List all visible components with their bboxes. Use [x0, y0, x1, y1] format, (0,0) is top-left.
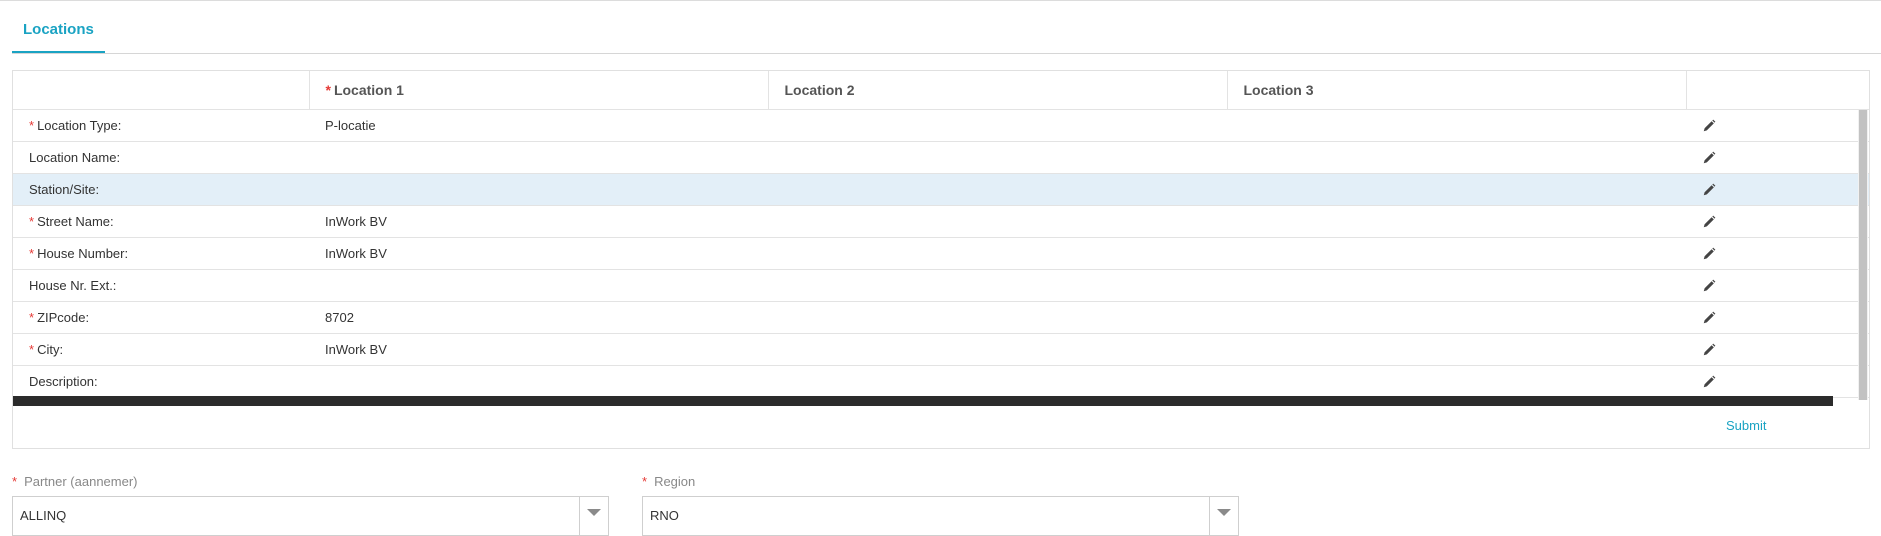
- region-select[interactable]: RNO: [642, 496, 1239, 536]
- location-3-value: [1227, 141, 1686, 174]
- location-3-value: [1227, 301, 1686, 334]
- header-location-1: * Location 1: [309, 71, 769, 110]
- vertical-scrollbar-thumb[interactable]: [1859, 110, 1867, 400]
- required-marker: *: [29, 310, 35, 325]
- row-label: Location Name:: [13, 141, 309, 174]
- required-marker: *: [29, 246, 35, 261]
- submit-button[interactable]: Submit: [1726, 418, 1766, 433]
- location-2-value: [768, 237, 1227, 270]
- pencil-edit-icon[interactable]: [1702, 311, 1716, 325]
- table-row[interactable]: Station/Site:: [13, 173, 1869, 206]
- partner-select[interactable]: ALLINQ: [12, 496, 609, 536]
- location-1-value: 8702: [309, 301, 768, 334]
- location-2-value: [768, 333, 1227, 366]
- pencil-edit-icon[interactable]: [1702, 151, 1716, 165]
- row-actions: [1686, 173, 1869, 206]
- header-location-3: Location 3: [1227, 71, 1687, 110]
- location-2-value: [768, 173, 1227, 206]
- table-row[interactable]: * City: InWork BV: [13, 333, 1869, 366]
- location-2-value: [768, 269, 1227, 302]
- table-row[interactable]: * Street Name: InWork BV: [13, 205, 1869, 238]
- location-2-value: [768, 301, 1227, 334]
- row-label: Description:: [13, 365, 309, 398]
- required-marker: *: [29, 214, 35, 229]
- location-3-value: [1227, 205, 1686, 238]
- row-actions: [1686, 333, 1869, 366]
- required-marker: *: [29, 342, 35, 357]
- location-3-value: [1227, 109, 1686, 142]
- row-label: * ZIPcode:: [13, 301, 309, 334]
- required-marker: *: [642, 474, 648, 489]
- partner-select-value: ALLINQ: [20, 508, 67, 523]
- location-1-value: InWork BV: [309, 333, 768, 366]
- pencil-edit-icon[interactable]: [1702, 247, 1716, 261]
- table-header-row: * Location 1 Location 2 Location 3: [13, 71, 1869, 110]
- table-row[interactable]: * Location Type: P-locatie: [13, 109, 1869, 142]
- row-label: House Nr. Ext.:: [13, 269, 309, 302]
- location-2-value: [768, 141, 1227, 174]
- row-label: * House Number:: [13, 237, 309, 270]
- location-1-value: [309, 365, 768, 398]
- required-marker: *: [325, 82, 331, 98]
- location-1-value: InWork BV: [309, 237, 768, 270]
- location-2-value: [768, 205, 1227, 238]
- row-actions: [1686, 301, 1869, 334]
- pencil-edit-icon[interactable]: [1702, 215, 1716, 229]
- row-actions: [1686, 365, 1869, 398]
- row-label: * Street Name:: [13, 205, 309, 238]
- row-label: Station/Site:: [13, 173, 309, 206]
- partner-label: * Partner (aannemer): [12, 474, 138, 489]
- required-marker: *: [12, 474, 18, 489]
- row-label: * City:: [13, 333, 309, 366]
- header-row-labels: [13, 71, 310, 110]
- partner-dropdown-button[interactable]: [579, 497, 608, 535]
- header-location-2: Location 2: [768, 71, 1228, 110]
- tab-bar: Locations: [12, 0, 1881, 54]
- location-1-value: P-locatie: [309, 109, 768, 142]
- tab-locations[interactable]: Locations: [12, 0, 105, 53]
- row-actions: [1686, 109, 1869, 142]
- partner-field: * Partner (aannemer) ALLINQ: [12, 474, 609, 536]
- location-3-value: [1227, 237, 1686, 270]
- location-1-value: [309, 141, 768, 174]
- horizontal-scrollbar[interactable]: [13, 396, 1833, 406]
- region-dropdown-button[interactable]: [1209, 497, 1238, 535]
- required-marker: *: [29, 118, 35, 133]
- table-row[interactable]: * House Number: InWork BV: [13, 237, 1869, 270]
- location-1-value: [309, 269, 768, 302]
- header-actions: [1686, 71, 1869, 110]
- row-actions: [1686, 205, 1869, 238]
- pencil-edit-icon[interactable]: [1702, 279, 1716, 293]
- location-1-value: InWork BV: [309, 205, 768, 238]
- location-2-value: [768, 365, 1227, 398]
- locations-table-container: * Location 1 Location 2 Location 3 * Locat…: [12, 70, 1870, 449]
- location-2-value: [768, 109, 1227, 142]
- row-actions: [1686, 269, 1869, 302]
- pencil-edit-icon[interactable]: [1702, 119, 1716, 133]
- region-select-value: RNO: [650, 508, 679, 523]
- table-row[interactable]: Description:: [13, 365, 1869, 398]
- row-label: * Location Type:: [13, 109, 309, 142]
- region-field: * Region RNO: [642, 474, 1239, 536]
- location-3-value: [1227, 269, 1686, 302]
- pencil-edit-icon[interactable]: [1702, 343, 1716, 357]
- location-3-value: [1227, 173, 1686, 206]
- location-3-value: [1227, 333, 1686, 366]
- pencil-edit-icon[interactable]: [1702, 375, 1716, 389]
- region-label: * Region: [642, 474, 696, 489]
- chevron-down-icon: [587, 509, 601, 516]
- table-row[interactable]: House Nr. Ext.:: [13, 269, 1869, 302]
- vertical-scrollbar[interactable]: [1858, 110, 1868, 400]
- table-row[interactable]: Location Name:: [13, 141, 1869, 174]
- table-row[interactable]: * ZIPcode: 8702: [13, 301, 1869, 334]
- location-3-value: [1227, 365, 1686, 398]
- chevron-down-icon: [1217, 509, 1231, 516]
- row-actions: [1686, 237, 1869, 270]
- row-actions: [1686, 141, 1869, 174]
- pencil-edit-icon[interactable]: [1702, 183, 1716, 197]
- location-1-value: [309, 173, 768, 206]
- locations-table: * Location 1 Location 2 Location 3 * Locat…: [13, 71, 1869, 398]
